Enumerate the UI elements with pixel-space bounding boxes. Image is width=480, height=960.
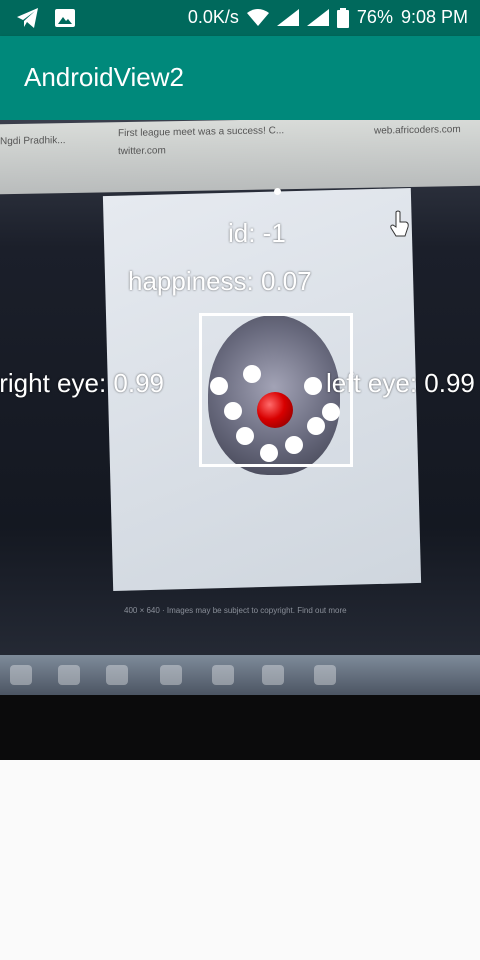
network-speed: 0.0K/s	[187, 7, 239, 27]
landmark-dot	[285, 436, 303, 454]
clock: 9:08 PM	[400, 7, 468, 27]
landmark-dot	[260, 444, 278, 462]
hand-cursor-icon	[390, 210, 409, 237]
status-right: 0.0K/s 76% 9:08 PM	[188, 7, 468, 28]
status-bar: 0.0K/s 76% 9:08 PM	[0, 0, 480, 36]
taskbar	[0, 655, 480, 695]
app-title: AndroidView2	[24, 62, 184, 92]
camera-preview[interactable]: Ngdi Pradhik... First league meet was a …	[0, 120, 480, 760]
browser-text: Ngdi Pradhik...	[0, 135, 66, 148]
image-icon	[55, 9, 75, 27]
landmark-dot	[304, 377, 322, 395]
battery-percent: 76%	[356, 7, 393, 27]
laptop-bezel	[0, 695, 480, 760]
face-id-label: id: -1	[228, 218, 286, 248]
landmark-dot	[236, 427, 254, 445]
app-bar: AndroidView2	[0, 36, 480, 120]
telegram-icon	[17, 8, 38, 28]
image-footer-text: 400 × 640 · Images may be subject to cop…	[124, 606, 347, 615]
battery-icon	[336, 7, 349, 28]
landmark-dot	[322, 403, 340, 421]
landmark-dot	[243, 365, 261, 383]
nose-marker	[257, 392, 293, 428]
browser-text: First league meet was a success! C...	[118, 125, 285, 140]
status-left-icons	[16, 7, 76, 29]
landmark-dot	[274, 188, 281, 195]
browser-text: twitter.com	[118, 145, 166, 158]
browser-text: web.africoders.com	[374, 124, 461, 137]
happiness-label: happiness: 0.07	[128, 266, 312, 296]
signal-icon	[276, 8, 299, 26]
landmark-dot	[210, 377, 228, 395]
browser-strip: Ngdi Pradhik... First league meet was a …	[0, 120, 480, 195]
empty-content-area	[0, 760, 480, 960]
signal-icon	[306, 8, 329, 26]
wifi-icon	[246, 8, 269, 26]
right-eye-label: right eye: 0.99	[0, 368, 164, 398]
landmark-dot	[224, 402, 242, 420]
landmark-dot	[307, 417, 325, 435]
